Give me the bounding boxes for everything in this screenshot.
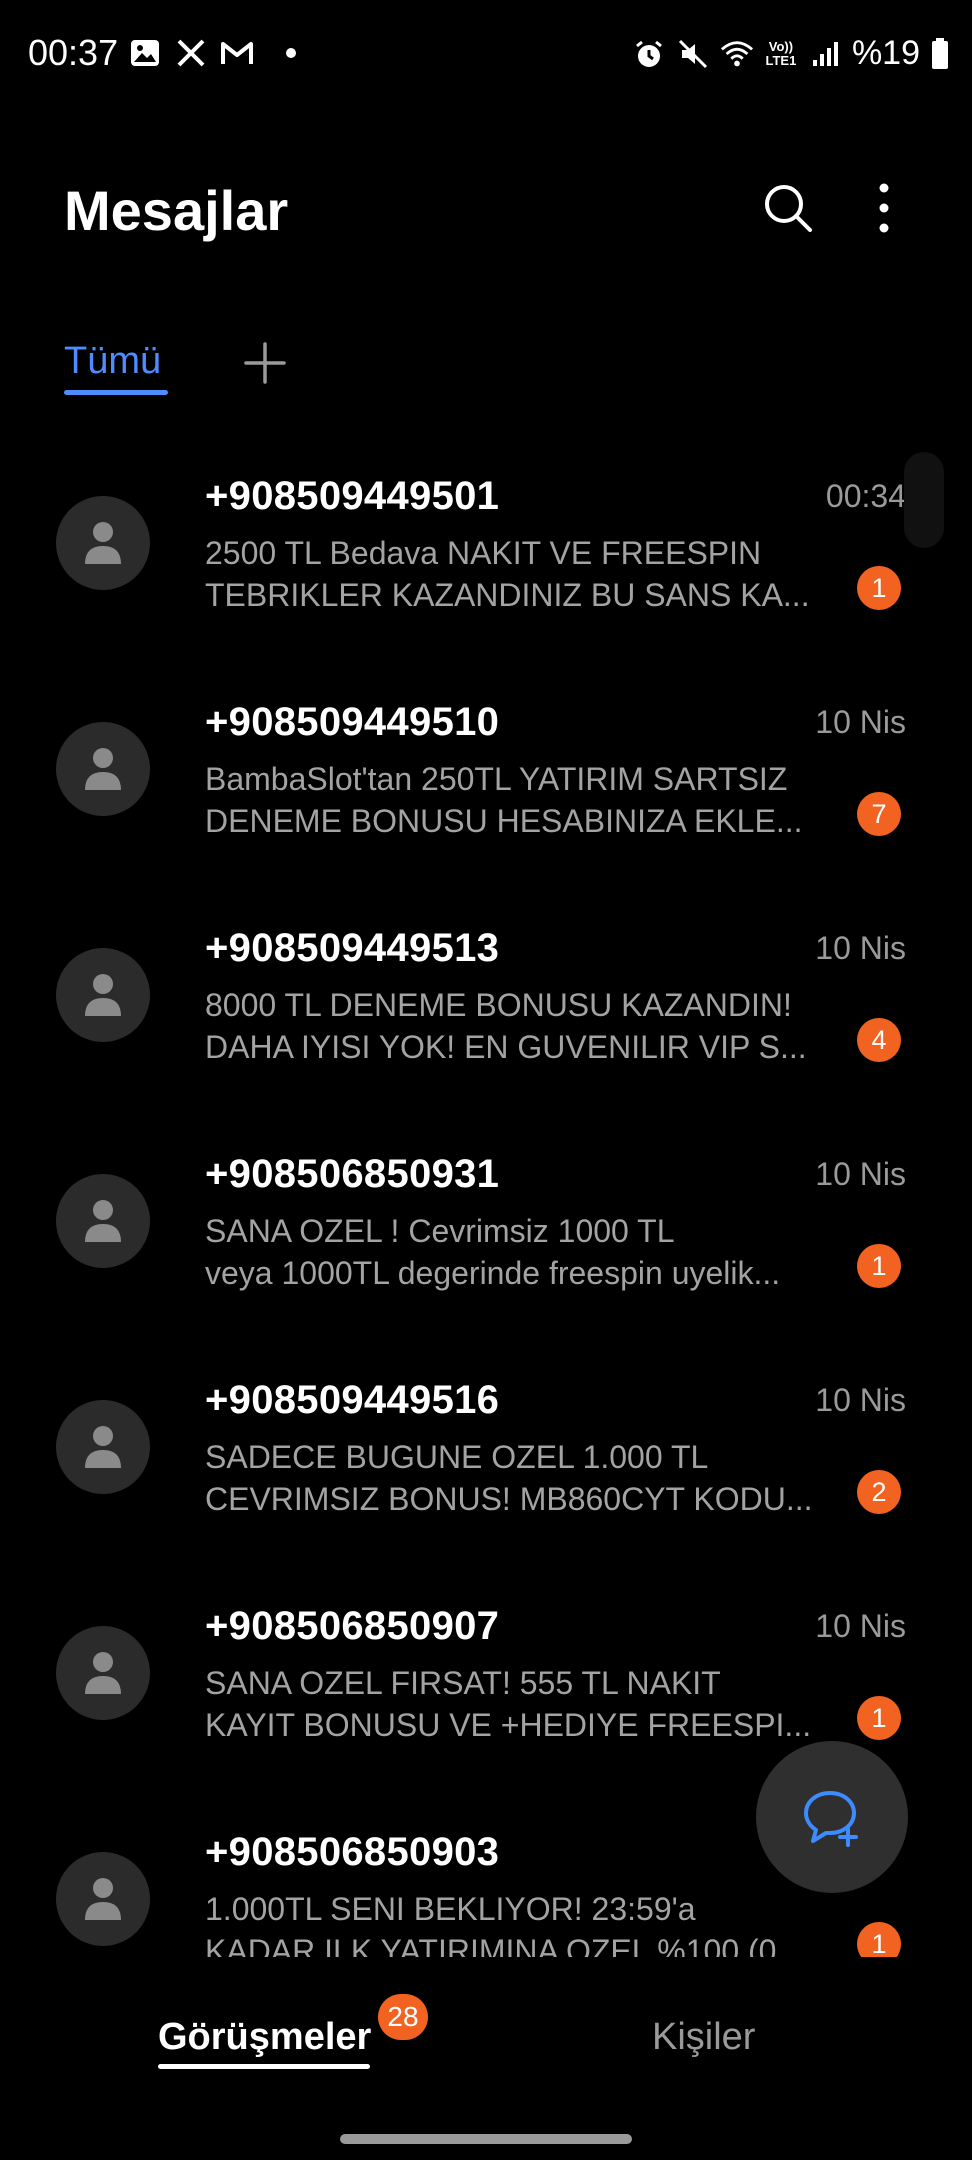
- gmail-icon: [220, 36, 254, 70]
- scrollbar-thumb[interactable]: [904, 452, 944, 548]
- sender-name: +908509449501: [205, 474, 500, 518]
- unread-badge: 1: [857, 1696, 901, 1740]
- sender-name: +908506850931: [205, 1152, 500, 1196]
- message-date: 10 Nis: [815, 930, 906, 966]
- battery-percent: %19: [851, 34, 920, 72]
- battery-icon: [930, 37, 950, 71]
- preview-line-2: KADAR ILK YATIRIMINA OZEL %100 (0...: [205, 1933, 804, 1957]
- nav-conversations[interactable]: Görüşmeler: [158, 2016, 371, 2059]
- conversation-row[interactable]: +908509449501 00:34 2500 TL Bedava NAKIT…: [0, 452, 972, 678]
- unread-badge: 1: [857, 1922, 901, 1957]
- preview-line-1: BambaSlot'tan 250TL YATIRIM SARTSIZ: [205, 761, 788, 797]
- search-button[interactable]: [762, 182, 814, 234]
- unread-badge: 4: [857, 1018, 901, 1062]
- unread-badge: 1: [857, 1244, 901, 1288]
- message-date: 10 Nis: [815, 1382, 906, 1418]
- nav-conversations-indicator: [158, 2064, 370, 2069]
- sender-name: +908509449510: [205, 700, 500, 744]
- plus-icon: [244, 342, 286, 384]
- avatar: [56, 948, 150, 1042]
- preview-line-2: DAHA IYISI YOK! EN GUVENILIR VIP S...: [205, 1029, 807, 1065]
- avatar: [56, 496, 150, 590]
- avatar: [56, 1626, 150, 1720]
- signal-icon: [808, 37, 842, 71]
- alarm-icon: [632, 37, 666, 71]
- sender-name: +908509449516: [205, 1378, 500, 1422]
- person-icon: [85, 1652, 121, 1694]
- conversation-row[interactable]: +908509449513 10 Nis 8000 TL DENEME BONU…: [0, 904, 972, 1130]
- person-icon: [85, 1426, 121, 1468]
- more-notifications-dot: [286, 48, 296, 58]
- sender-name: +908506850903: [205, 1830, 500, 1874]
- page-title: Mesajlar: [64, 179, 289, 242]
- sender-name: +908509449513: [205, 926, 500, 970]
- status-time: 00:37: [28, 32, 119, 73]
- person-icon: [85, 748, 121, 790]
- preview-line-2: DENEME BONUSU HESABINIZA EKLE...: [205, 803, 803, 839]
- gallery-icon: [128, 36, 162, 70]
- message-date: 10 Nis: [815, 1156, 906, 1192]
- notification-icons: [128, 36, 296, 70]
- sender-name: +908506850907: [205, 1604, 500, 1648]
- preview-line-1: SANA OZEL ! Cevrimsiz 1000 TL: [205, 1213, 675, 1249]
- unread-total-badge: 28: [378, 1994, 428, 2040]
- message-preview: SANA OZEL FIRSAT! 555 TL NAKIT KAYIT BON…: [205, 1662, 827, 1746]
- conversation-row[interactable]: +908509449510 10 Nis BambaSlot'tan 250TL…: [0, 678, 972, 904]
- message-date: 00:34: [825, 478, 906, 514]
- gesture-navigation-bar[interactable]: [340, 2134, 632, 2144]
- new-chat-icon: [804, 1791, 858, 1847]
- wifi-icon: [720, 37, 754, 71]
- preview-line-2: veya 1000TL degerinde freespin uyelik...: [205, 1255, 781, 1291]
- preview-line-2: TEBRIKLER KAZANDINIZ BU SANS KA...: [205, 577, 810, 613]
- add-category-button[interactable]: [242, 340, 288, 386]
- conversation-row[interactable]: +908509449516 10 Nis SADECE BUGUNE OZEL …: [0, 1356, 972, 1582]
- person-icon: [85, 1200, 121, 1242]
- more-vertical-icon: [879, 183, 889, 233]
- person-icon: [85, 1878, 121, 1920]
- preview-line-2: KAYIT BONUSU VE +HEDIYE FREESPI...: [205, 1707, 812, 1743]
- nav-contacts[interactable]: Kişiler: [652, 2016, 755, 2059]
- message-date: 10 Nis: [815, 1608, 906, 1644]
- avatar: [56, 722, 150, 816]
- message-preview: BambaSlot'tan 250TL YATIRIM SARTSIZ DENE…: [205, 758, 827, 842]
- conversation-row[interactable]: +908506850931 10 Nis SANA OZEL ! Cevrims…: [0, 1130, 972, 1356]
- avatar: [56, 1174, 150, 1268]
- message-preview: 1.000TL SENI BEKLIYOR! 23:59'a KADAR ILK…: [205, 1888, 827, 1957]
- unread-badge: 1: [857, 566, 901, 610]
- preview-line-1: 1.000TL SENI BEKLIYOR! 23:59'a: [205, 1891, 696, 1927]
- avatar: [56, 1400, 150, 1494]
- search-icon: [765, 185, 812, 232]
- system-icons: Vo)) LTE1 %19: [632, 34, 950, 73]
- person-icon: [85, 974, 121, 1016]
- lte-icon: Vo)) LTE1: [765, 38, 797, 68]
- message-preview: 8000 TL DENEME BONUSU KAZANDIN! DAHA IYI…: [205, 984, 827, 1068]
- message-preview: SADECE BUGUNE OZEL 1.000 TL CEVRIMSIZ BO…: [205, 1436, 827, 1520]
- preview-line-2: CEVRIMSIZ BONUS! MB860CYT KODU...: [205, 1481, 813, 1517]
- preview-line-1: 8000 TL DENEME BONUSU KAZANDIN!: [205, 987, 792, 1023]
- status-bar: 00:37 Vo)) LTE1 %19: [0, 0, 972, 110]
- preview-line-1: SADECE BUGUNE OZEL 1.000 TL: [205, 1439, 709, 1475]
- avatar: [56, 1852, 150, 1946]
- message-date: 10 Nis: [815, 704, 906, 740]
- unread-badge: 2: [857, 1470, 901, 1514]
- preview-line-1: SANA OZEL FIRSAT! 555 TL NAKIT: [205, 1665, 721, 1701]
- tab-all-indicator: [64, 390, 168, 395]
- conversation-list[interactable]: +908509449501 00:34 2500 TL Bedava NAKIT…: [0, 452, 972, 1957]
- more-options-button[interactable]: [864, 182, 904, 234]
- message-preview: SANA OZEL ! Cevrimsiz 1000 TL veya 1000T…: [205, 1210, 827, 1294]
- person-icon: [85, 522, 121, 564]
- message-preview: 2500 TL Bedava NAKIT VE FREESPIN TEBRIKL…: [205, 532, 827, 616]
- preview-line-1: 2500 TL Bedava NAKIT VE FREESPIN: [205, 535, 762, 571]
- mute-icon: [676, 37, 710, 71]
- x-icon: [174, 36, 208, 70]
- tab-all[interactable]: Tümü: [64, 340, 161, 383]
- new-message-button[interactable]: [756, 1741, 908, 1893]
- unread-badge: 7: [857, 792, 901, 836]
